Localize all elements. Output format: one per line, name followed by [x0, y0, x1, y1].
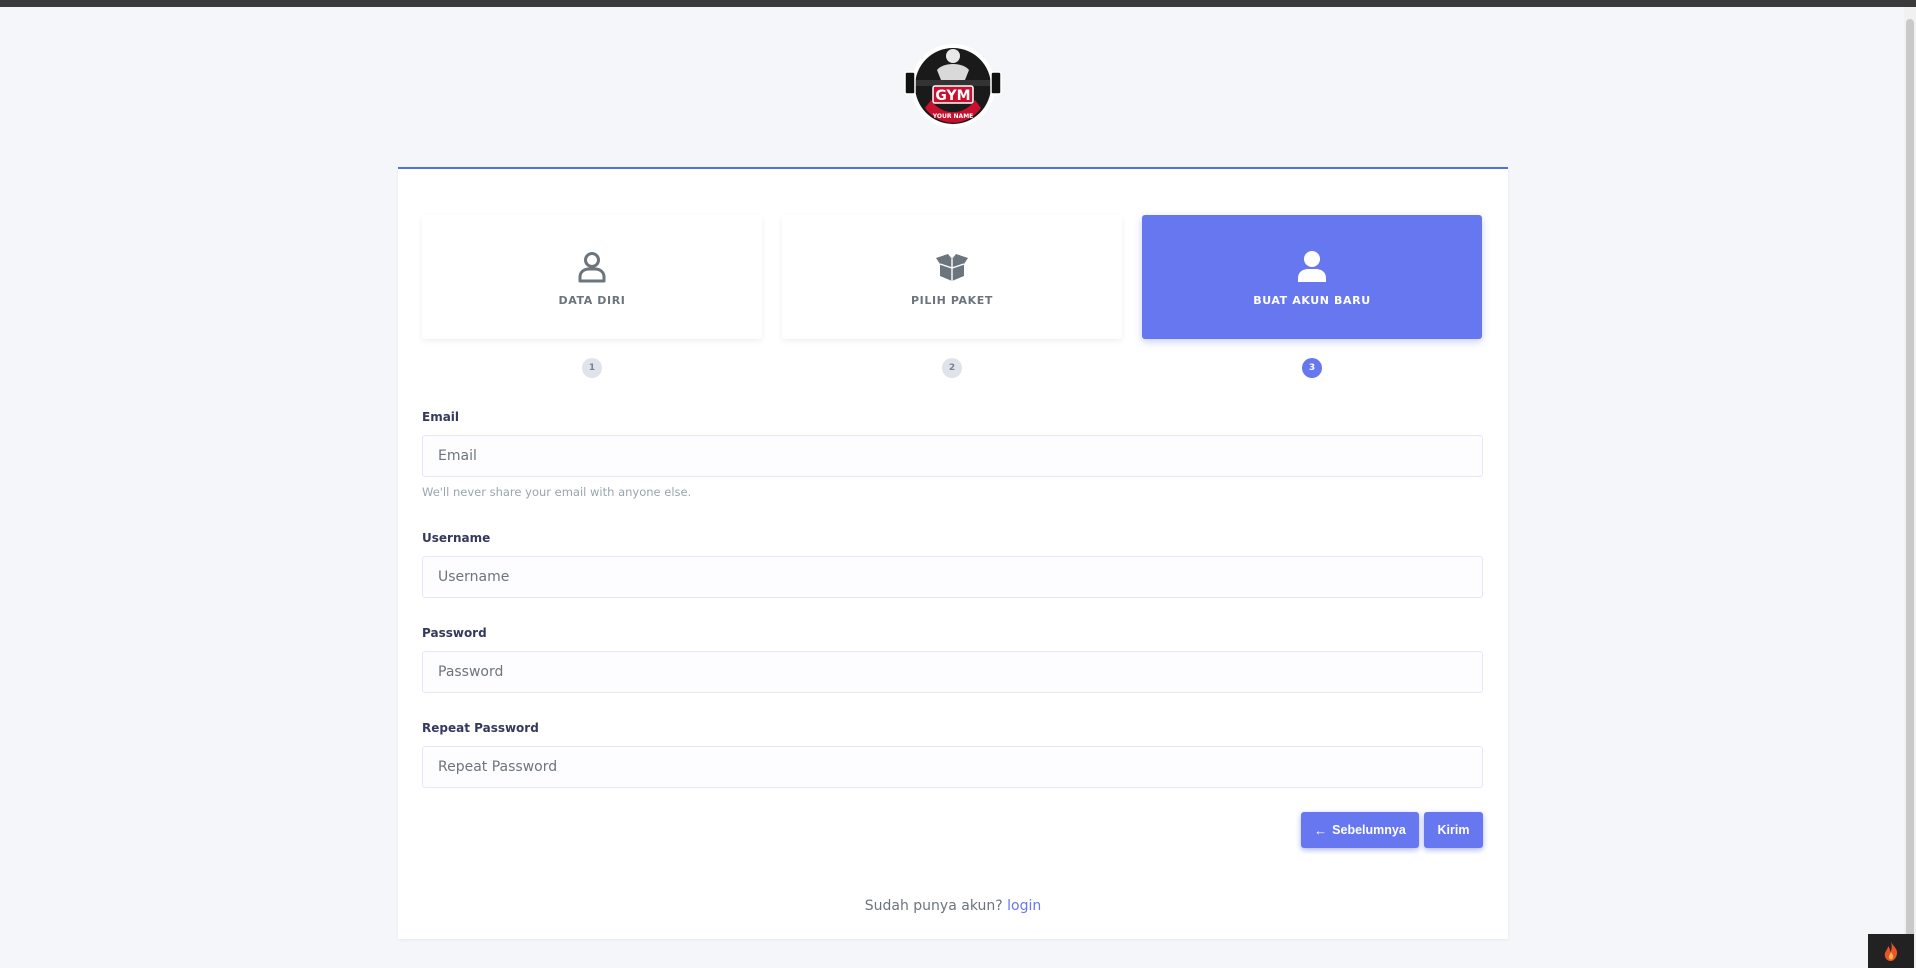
- logo-text: GYM: [935, 88, 970, 104]
- step-number-3[interactable]: 3: [1302, 358, 1322, 378]
- logo-subtext: YOUR NAME: [932, 113, 974, 120]
- username-label: Username: [422, 531, 491, 545]
- email-label: Email: [422, 410, 460, 424]
- password-label: Password: [422, 626, 487, 640]
- email-input[interactable]: [422, 435, 1483, 477]
- scrollbar-thumb[interactable]: [1906, 19, 1914, 937]
- user-outline-icon: [578, 251, 606, 282]
- repeat-password-input[interactable]: [422, 746, 1483, 788]
- gym-logo: GYM YOUR NAME: [903, 36, 1003, 132]
- box-open-icon: [936, 253, 968, 281]
- previous-button[interactable]: ← Sebelumnya: [1301, 812, 1419, 848]
- login-prompt-text: Sudah punya akun?: [864, 898, 1003, 914]
- step-number-2[interactable]: 2: [942, 358, 962, 378]
- arrow-left-icon: ←: [1314, 822, 1328, 838]
- registration-card: DATA DIRI PILIH PAKET BUAT AKUN BARU 1 2…: [398, 167, 1508, 939]
- step-data-diri[interactable]: DATA DIRI: [422, 215, 762, 339]
- step-label: DATA DIRI: [558, 293, 626, 307]
- user-solid-icon: [1298, 250, 1326, 282]
- step-label: BUAT AKUN BARU: [1253, 293, 1371, 307]
- step-number-1[interactable]: 1: [582, 358, 602, 378]
- password-input[interactable]: [422, 651, 1483, 693]
- login-link[interactable]: login: [1007, 898, 1041, 914]
- step-buat-akun-baru[interactable]: BUAT AKUN BARU: [1142, 215, 1482, 339]
- scrollbar[interactable]: [1904, 7, 1916, 968]
- step-pilih-paket[interactable]: PILIH PAKET: [782, 215, 1122, 339]
- email-help-text: We'll never share your email with anyone…: [422, 485, 692, 499]
- browser-top-bar: [0, 0, 1916, 7]
- flame-icon[interactable]: [1868, 934, 1914, 968]
- previous-button-label: Sebelumnya: [1332, 823, 1406, 837]
- username-input[interactable]: [422, 556, 1483, 598]
- submit-button[interactable]: Kirim: [1424, 812, 1483, 848]
- login-prompt: Sudah punya akun? login: [398, 898, 1508, 914]
- step-label: PILIH PAKET: [911, 293, 993, 307]
- repeat-password-label: Repeat Password: [422, 721, 539, 735]
